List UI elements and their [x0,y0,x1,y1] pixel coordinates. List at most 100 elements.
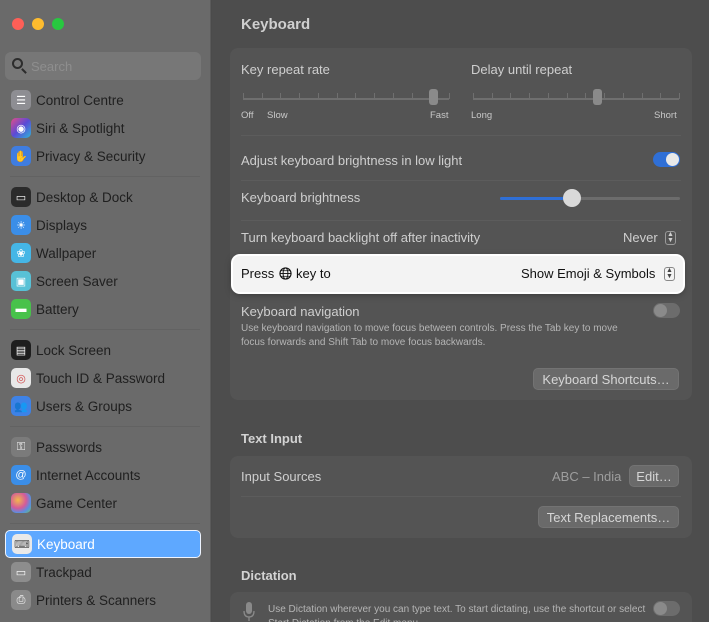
sidebar-item-siri[interactable]: ◉ Siri & Spotlight [5,114,201,142]
sidebar-item-users-groups[interactable]: 👥 Users & Groups [5,392,201,420]
keyboard-navigation-description: Use keyboard navigation to move focus be… [241,323,618,348]
key-icon: ⚿ [11,437,31,457]
sidebar-item-control-centre[interactable]: ☰ Control Centre [5,86,201,114]
key-repeat-max-label: Fast [430,110,449,121]
key-repeat-slow-label: Slow [267,110,288,121]
sidebar-item-label: Users & Groups [36,398,133,414]
keyboard-navigation-toggle[interactable] [653,303,680,318]
sidebar-item-label: Game Center [36,495,118,511]
dictation-description: Use Dictation wherever you can type text… [268,604,646,622]
press-key-label-after: key to [296,266,331,281]
slider-tick [491,93,493,99]
row-divider [241,180,681,181]
keyboard-shortcuts-button[interactable]: Keyboard Shortcuts… [533,368,679,390]
sidebar-item-trackpad[interactable]: ▭ Trackpad [5,558,201,586]
sidebar-item-printers[interactable]: ⎙ Printers & Scanners [5,586,201,614]
sidebar-item-internet-accounts[interactable]: @ Internet Accounts [5,461,201,489]
sidebar-item-desktop-dock[interactable]: ▭ Desktop & Dock [5,183,201,211]
text-replacements-button[interactable]: Text Replacements… [538,506,679,528]
at-icon: @ [11,465,31,485]
screen-saver-icon: ▣ [11,271,31,291]
chevron-updown-icon[interactable]: ▲ ▼ [665,231,676,245]
slider-tick [547,93,549,99]
sidebar-item-label: Internet Accounts [36,467,141,483]
page-title: Keyboard [241,16,311,33]
dictation-heading: Dictation [241,568,297,583]
press-key-value[interactable]: Show Emoji & Symbols [521,266,655,281]
slider-tick [510,93,512,99]
sidebar-item-label: Privacy & Security [36,148,146,164]
slider-tick [449,93,450,99]
keyboard-brightness-knob[interactable] [563,189,581,207]
slider-tick [679,93,680,99]
control-centre-icon: ☰ [11,90,31,110]
keyboard-icon: ⌨ [12,534,32,554]
sidebar: Search ☰ Control Centre ◉ Siri & Spotlig… [0,0,211,622]
adjust-brightness-label: Adjust keyboard brightness in low light [241,153,463,168]
press-key-label-before: Press [241,266,275,281]
sidebar-item-passwords[interactable]: ⚿ Passwords [5,433,201,461]
row-divider [241,496,681,497]
sidebar-item-label: Displays [36,217,88,233]
sidebar-item-wallpaper[interactable]: ❀ Wallpaper [5,239,201,267]
slider-tick [529,93,531,99]
slider-tick [585,93,587,99]
slider-tick [660,93,662,99]
users-icon: 👥 [11,396,31,416]
keyboard-navigation-label: Keyboard navigation [241,304,360,319]
delay-repeat-slider[interactable] [473,98,679,100]
delay-repeat-knob[interactable] [592,89,602,105]
slider-tick [317,93,319,99]
sidebar-item-privacy[interactable]: ✋ Privacy & Security [5,142,201,170]
slider-tick [411,93,413,99]
fingerprint-icon: ◎ [11,368,31,388]
key-repeat-slider[interactable] [243,98,449,100]
sidebar-item-displays[interactable]: ☀ Displays [5,211,201,239]
keyboard-brightness-label: Keyboard brightness [241,190,361,205]
sidebar-item-label: Wallpaper [36,245,97,261]
press-globe-key-row[interactable]: Press key to Show Emoji & Symbols ▲ ▼ [233,256,683,292]
edit-input-sources-button[interactable]: Edit… [629,465,679,487]
minimize-button[interactable] [32,18,44,30]
slider-tick [374,93,376,99]
key-repeat-knob[interactable] [428,89,438,105]
battery-icon: ▬ [11,299,31,319]
sidebar-item-label: Siri & Spotlight [36,120,125,136]
slider-tick [243,93,244,99]
display-icon: ☀ [11,215,31,235]
backlight-off-value[interactable]: Never [623,230,658,245]
zoom-button[interactable] [52,18,64,30]
sidebar-item-battery[interactable]: ▬ Battery [5,295,201,323]
slider-tick [641,93,643,99]
sidebar-item-game-center[interactable]: Game Center [5,489,201,517]
delay-repeat-label: Delay until repeat [471,62,573,77]
sidebar-item-label: Passwords [36,439,103,455]
sidebar-item-label: Keyboard [37,536,95,552]
siri-icon: ◉ [11,118,31,138]
sidebar-divider [10,329,200,330]
sidebar-item-label: Desktop & Dock [36,189,133,205]
sidebar-item-keyboard[interactable]: ⌨ Keyboard [5,530,201,558]
adjust-brightness-toggle[interactable] [653,152,680,167]
slider-tick [392,93,394,99]
slider-tick [261,93,263,99]
dock-icon: ▭ [11,187,31,207]
dictation-toggle[interactable] [653,601,680,616]
sidebar-item-lock-screen[interactable]: ▤ Lock Screen [5,336,201,364]
close-button[interactable] [12,18,24,30]
backlight-off-label: Turn keyboard backlight off after inacti… [241,230,481,245]
globe-icon [279,267,292,280]
delay-repeat-min-label: Long [471,110,493,121]
chevron-updown-icon[interactable]: ▲ ▼ [664,267,675,281]
printer-icon: ⎙ [11,590,31,610]
sidebar-item-touch-id[interactable]: ◎ Touch ID & Password [5,364,201,392]
input-sources-value: ABC – India [552,469,622,484]
text-input-heading: Text Input [241,431,303,446]
hand-icon: ✋ [11,146,31,166]
wallpaper-icon: ❀ [11,243,31,263]
trackpad-icon: ▭ [11,562,31,582]
search-field[interactable]: Search [5,52,201,80]
key-repeat-min-label: Off [241,110,254,121]
sidebar-item-screen-saver[interactable]: ▣ Screen Saver [5,267,201,295]
sidebar-item-label: Printers & Scanners [36,592,157,608]
